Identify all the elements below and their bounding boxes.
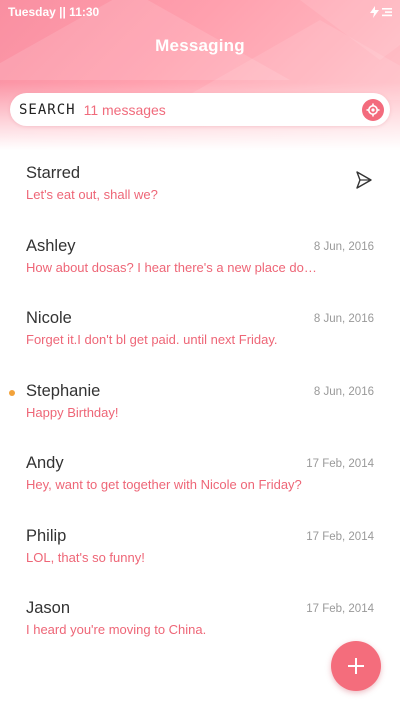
search-label: SEARCH (19, 101, 76, 118)
message-preview: LOL, that's so funny! (26, 549, 145, 565)
message-date: 17 Feb, 2014 (306, 458, 374, 470)
message-date: 8 Jun, 2016 (313, 385, 374, 398)
message-preview: Hey, want to get together with Nicole on… (26, 477, 302, 492)
message-preview: Happy Birthday! (26, 404, 119, 420)
charging-icon (370, 6, 379, 18)
plus-icon (348, 658, 364, 674)
menu-lines-icon (382, 8, 392, 17)
contact-name: Nicole (26, 309, 72, 327)
contact-name: Jason (26, 599, 71, 617)
conversation-row-starred[interactable]: Starred Let's eat out, shall we? (0, 150, 400, 223)
conversation-row-stephanie[interactable]: Stephanie 8 Jun, 2016 Happy Birthday! (0, 368, 400, 441)
conversation-row-andy[interactable]: Andy 17 Feb, 2014 Hey, want to get toget… (0, 440, 400, 513)
page-title: Messaging (155, 36, 245, 55)
message-count: 11 messages (83, 101, 166, 118)
unread-indicator (9, 389, 15, 396)
conversation-list: Starred Let's eat out, shall we? Ashley … (0, 150, 400, 658)
message-preview: Let's eat out, shall we? (26, 187, 158, 202)
contact-name: Starred (26, 164, 81, 182)
status-bar: Tuesday || 11:30 (0, 0, 400, 24)
contact-name: Andy (26, 454, 64, 472)
status-icons (370, 6, 392, 18)
search-bar[interactable]: SEARCH 11 messages (10, 93, 390, 126)
conversation-row-ashley[interactable]: Ashley 8 Jun, 2016 How about dosas? I he… (0, 223, 400, 296)
conversation-row-philip[interactable]: Philip 17 Feb, 2014 LOL, that's so funny… (0, 513, 400, 586)
contact-name: Philip (26, 526, 67, 545)
locate-icon (366, 103, 380, 116)
message-date: 8 Jun, 2016 (313, 313, 374, 325)
message-preview: Forget it.I don't bl get paid. until nex… (26, 332, 278, 347)
send-icon[interactable] (354, 170, 374, 190)
status-time: Tuesday || 11:30 (8, 5, 100, 19)
contact-name: Stephanie (26, 381, 101, 400)
message-preview: I heard you're moving to China. (26, 622, 207, 637)
message-date: 17 Feb, 2014 (306, 530, 374, 543)
conversation-row-nicole[interactable]: Nicole 8 Jun, 2016 Forget it.I don't bl … (0, 295, 400, 368)
locate-button[interactable] (362, 98, 384, 121)
message-date: 8 Jun, 2016 (313, 240, 374, 253)
message-date: 17 Feb, 2014 (306, 603, 374, 615)
contact-name: Ashley (26, 236, 76, 255)
message-preview: How about dosas? I hear there's a new pl… (26, 259, 317, 275)
compose-button[interactable] (331, 641, 381, 691)
